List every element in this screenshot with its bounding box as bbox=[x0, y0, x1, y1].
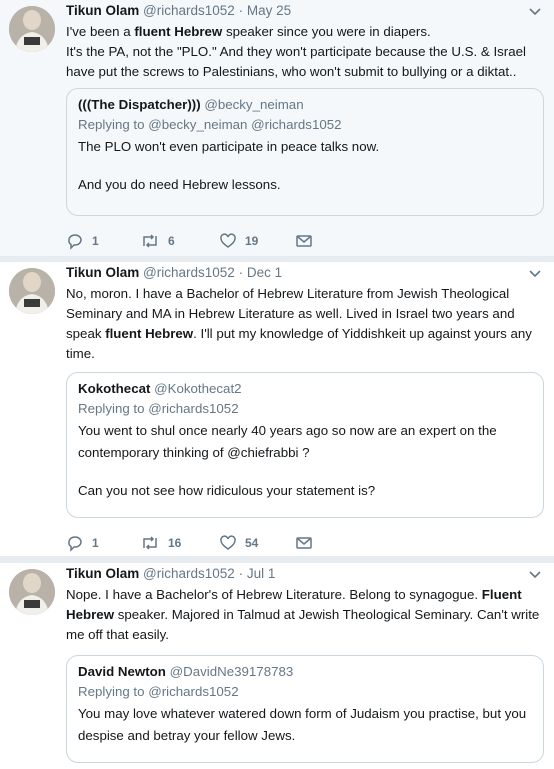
author-name[interactable]: Tikun Olam bbox=[66, 566, 139, 581]
tweet-date[interactable]: Dec 1 bbox=[247, 265, 282, 280]
tweet-text: I've been a fluent Hebrew speaker since … bbox=[66, 22, 544, 82]
quote-author-handle: @becky_neiman bbox=[204, 97, 304, 112]
quote-author-name: (((The Dispatcher))) bbox=[78, 97, 201, 112]
replying-to: Replying to @richards1052 bbox=[78, 684, 239, 699]
author-handle[interactable]: @richards1052 bbox=[143, 566, 235, 581]
quote-author-name: Kokothecat bbox=[78, 381, 151, 396]
like-count: 54 bbox=[245, 536, 259, 550]
tweet-date[interactable]: May 25 bbox=[247, 3, 291, 18]
heart-icon bbox=[220, 535, 236, 550]
quote-author-handle: @Kokothecat2 bbox=[154, 381, 242, 396]
chevron-down-icon[interactable] bbox=[528, 567, 542, 581]
quote-line: Can you not see how ridiculous your stat… bbox=[78, 483, 376, 498]
separator-dot: · bbox=[238, 3, 244, 18]
retweet-count: 6 bbox=[168, 234, 175, 248]
author-handle[interactable]: @richards1052 bbox=[143, 3, 235, 18]
text-run-bold: fluent Hebrew bbox=[105, 326, 194, 341]
envelope-icon bbox=[296, 537, 312, 549]
tweet-text: Nope. I have a Bachelor's of Hebrew Lite… bbox=[66, 585, 544, 645]
quote-text: You may love whatever watered down form … bbox=[78, 703, 532, 747]
separator-dot: · bbox=[238, 265, 244, 280]
text-run: speaker. Majored in Talmud at Jewish The… bbox=[66, 607, 540, 642]
text-run: speaker since you were in diapers. bbox=[222, 24, 431, 39]
quote-line: The PLO won't even participate in peace … bbox=[78, 139, 380, 154]
quoted-tweet[interactable]: David Newton @DavidNe39178783 Replying t… bbox=[66, 655, 544, 763]
text-run: I've been a bbox=[66, 24, 135, 39]
author-name[interactable]: Tikun Olam bbox=[66, 265, 139, 280]
avatar[interactable] bbox=[9, 6, 55, 52]
quote-line: You went to shul once nearly 40 years ag… bbox=[78, 423, 497, 460]
heart-icon bbox=[220, 233, 236, 248]
quote-author-handle: @DavidNe39178783 bbox=[169, 664, 294, 679]
author-handle[interactable]: @richards1052 bbox=[143, 265, 235, 280]
reply-count: 1 bbox=[92, 536, 99, 550]
like-button[interactable]: 19 bbox=[219, 232, 258, 250]
tweet-text: No, moron. I have a Bachelor of Hebrew L… bbox=[66, 284, 544, 364]
reply-button[interactable]: 1 bbox=[66, 232, 99, 250]
quote-spacer bbox=[78, 158, 532, 174]
author-name[interactable]: Tikun Olam bbox=[66, 3, 139, 18]
tweet-header: Tikun Olam @richards1052 · May 25 bbox=[66, 3, 291, 18]
retweet-icon bbox=[143, 234, 157, 248]
retweet-button[interactable]: 6 bbox=[140, 232, 175, 250]
retweet-count: 16 bbox=[168, 536, 182, 550]
separator-dot: · bbox=[238, 566, 244, 581]
tweet-date[interactable]: Jul 1 bbox=[247, 566, 276, 581]
reply-icon bbox=[68, 536, 82, 552]
chevron-down-icon[interactable] bbox=[528, 4, 542, 18]
quoted-tweet[interactable]: Kokothecat @Kokothecat2 Replying to @ric… bbox=[66, 372, 544, 518]
quote-text: You went to shul once nearly 40 years ag… bbox=[78, 420, 532, 502]
quote-spacer bbox=[78, 464, 532, 480]
envelope-icon bbox=[296, 235, 312, 247]
reply-icon bbox=[68, 234, 82, 250]
text-run: It's the PA, not the "PLO." And they won… bbox=[66, 44, 526, 79]
chevron-down-icon[interactable] bbox=[528, 266, 542, 280]
quote-author-name: David Newton bbox=[78, 664, 166, 679]
text-run-bold: fluent Hebrew bbox=[134, 24, 223, 39]
tweet-header: Tikun Olam @richards1052 · Dec 1 bbox=[66, 265, 282, 280]
reply-count: 1 bbox=[92, 234, 99, 248]
quote-text: The PLO won't even participate in peace … bbox=[78, 136, 532, 196]
like-button[interactable]: 54 bbox=[219, 534, 258, 552]
avatar[interactable] bbox=[9, 569, 55, 615]
quote-line: And you do need Hebrew lessons. bbox=[78, 177, 281, 192]
retweet-button[interactable]: 16 bbox=[140, 534, 181, 552]
retweet-icon bbox=[143, 536, 157, 550]
reply-button[interactable]: 1 bbox=[66, 534, 99, 552]
tweet-card[interactable]: Tikun Olam @richards1052 · May 25 I've b… bbox=[0, 0, 554, 257]
avatar[interactable] bbox=[9, 268, 55, 314]
tweet-card[interactable]: Tikun Olam @richards1052 · Dec 1 No, mor… bbox=[0, 262, 554, 557]
replying-to: Replying to @richards1052 bbox=[78, 401, 239, 416]
quote-line: You may love whatever watered down form … bbox=[78, 706, 527, 743]
quoted-tweet[interactable]: (((The Dispatcher))) @becky_neiman Reply… bbox=[66, 88, 544, 216]
tweet-header: Tikun Olam @richards1052 · Jul 1 bbox=[66, 566, 275, 581]
replying-to: Replying to @becky_neiman @richards1052 bbox=[78, 117, 342, 132]
like-count: 19 bbox=[245, 234, 259, 248]
dm-button[interactable] bbox=[295, 534, 313, 552]
tweet-card[interactable]: Tikun Olam @richards1052 · Jul 1 Nope. I… bbox=[0, 563, 554, 769]
text-run: Nope. I have a Bachelor's of Hebrew Lite… bbox=[66, 587, 482, 602]
dm-button[interactable] bbox=[295, 232, 313, 250]
